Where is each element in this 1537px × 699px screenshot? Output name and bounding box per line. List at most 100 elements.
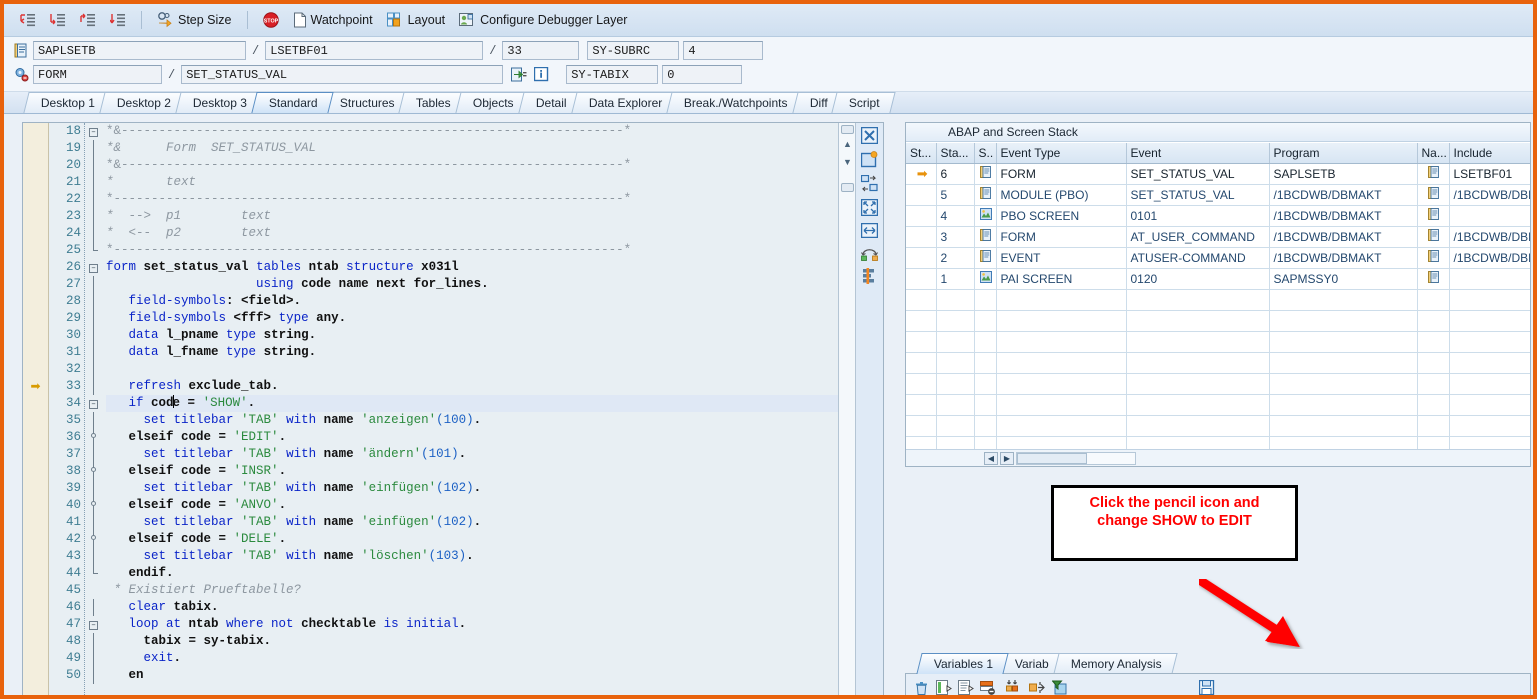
stack-row[interactable]: 3 FORM AT_USER_COMMAND/1BCDWB/DBMAKT/1BCDW… <box>906 226 1530 248</box>
stack-row[interactable]: 4 PBO SCREEN 0101/1BCDWB/DBMAKT <box>906 205 1530 227</box>
code-line[interactable] <box>106 361 838 378</box>
info-icon[interactable] <box>534 66 549 82</box>
gutter-cell[interactable] <box>23 140 48 157</box>
editor-vertical-scrollbar[interactable]: ▲ ▼ <box>838 123 855 695</box>
tab-break-watchpoints[interactable]: Break./Watchpoints <box>666 92 804 113</box>
fold-collapse-icon[interactable]: – <box>89 400 98 409</box>
code-line[interactable]: * Existiert Prueftabelle? <box>106 582 838 599</box>
stack-row[interactable]: 1 PAI SCREEN 0120 SAPMSSY0 <box>906 268 1530 290</box>
gutter-cell[interactable] <box>23 327 48 344</box>
fold-marker[interactable]: – <box>85 123 102 140</box>
gutter-cell[interactable] <box>23 225 48 242</box>
gutter-cell[interactable] <box>23 412 48 429</box>
step-over-button[interactable] <box>44 8 72 33</box>
tab-standard[interactable]: Standard <box>251 92 334 113</box>
fold-marker[interactable]: – <box>85 395 102 412</box>
include-icon[interactable] <box>1417 163 1450 185</box>
include-icon[interactable] <box>1417 268 1450 290</box>
stack-column-header[interactable]: Sta... <box>936 143 975 164</box>
fold-marker[interactable] <box>85 531 102 548</box>
remove-row-icon[interactable] <box>980 680 996 696</box>
stack-column-header[interactable]: Program <box>1269 143 1418 164</box>
variables-tab-variables-1[interactable]: Variables 1 <box>916 653 1009 674</box>
code-folding-column[interactable]: – – – – <box>85 123 102 695</box>
step-into-button[interactable] <box>14 8 42 33</box>
step-return-button[interactable] <box>74 8 102 33</box>
current-line-arrow-icon[interactable]: ➡ <box>23 378 48 395</box>
gutter-cell[interactable] <box>23 123 48 140</box>
tab-script[interactable]: Script <box>831 92 896 113</box>
sy-subrc-value[interactable]: 4 <box>683 41 764 60</box>
code-line[interactable]: set titlebar 'TAB' with name 'einfügen'(… <box>106 514 838 531</box>
include-icon[interactable] <box>1417 205 1450 227</box>
fold-marker[interactable] <box>85 463 102 480</box>
stack-scroll-thumb[interactable] <box>1017 452 1087 464</box>
gutter-cell[interactable] <box>23 582 48 599</box>
configure-debugger-layer-button[interactable]: Configure Debugger Layer <box>453 8 633 33</box>
gutter-cell[interactable] <box>23 599 48 616</box>
code-line[interactable]: set titlebar 'TAB' with name 'ändern'(10… <box>106 446 838 463</box>
stack-empty-row[interactable] <box>906 331 1530 353</box>
code-line[interactable]: en <box>106 667 838 684</box>
gutter-cell[interactable] <box>23 429 48 446</box>
tab-desktop-1[interactable]: Desktop 1 <box>23 92 111 113</box>
stack-empty-row[interactable] <box>906 436 1530 449</box>
code-line[interactable]: * text <box>106 174 838 191</box>
code-line[interactable]: elseif code = 'EDIT'. <box>106 429 838 446</box>
stack-column-header[interactable]: Event <box>1126 143 1270 164</box>
code-line[interactable]: *---------------------------------------… <box>106 242 838 259</box>
gutter-cell[interactable] <box>23 259 48 276</box>
save-icon[interactable] <box>1198 679 1215 696</box>
code-line[interactable]: set titlebar 'TAB' with name 'einfügen'(… <box>106 480 838 497</box>
code-line[interactable]: using code name next for_lines. <box>106 276 838 293</box>
code-line[interactable]: endif. <box>106 565 838 582</box>
code-line[interactable]: tabix = sy-tabix. <box>106 633 838 650</box>
code-line[interactable]: refresh exclude_tab. <box>106 378 838 395</box>
code-line[interactable]: data l_fname type string. <box>106 344 838 361</box>
copy-row-icon[interactable] <box>958 679 974 696</box>
include-icon[interactable] <box>1417 184 1450 206</box>
code-line[interactable]: field-symbols <fff> type any. <box>106 310 838 327</box>
stack-row[interactable]: 2 EVENT ATUSER-COMMAND/1BCDWB/DBMAKT/1BCDW… <box>906 247 1530 269</box>
scroll-down-arrow[interactable]: ▼ <box>841 155 854 169</box>
gutter-cell[interactable] <box>23 361 48 378</box>
code-line[interactable]: * <-- p2 text <box>106 225 838 242</box>
maximize-icon[interactable] <box>860 198 879 217</box>
gutter-cell[interactable] <box>23 174 48 191</box>
gutter-cell[interactable] <box>23 565 48 582</box>
code-line[interactable]: * --> p1 text <box>106 208 838 225</box>
stack-scroll-track[interactable] <box>1016 451 1136 465</box>
new-window-icon[interactable] <box>860 151 878 168</box>
code-line[interactable]: elseif code = 'ANVO'. <box>106 497 838 514</box>
variables-tab-memory-analysis[interactable]: Memory Analysis <box>1053 653 1178 674</box>
scroll-thumb-top[interactable] <box>841 125 854 134</box>
code-line[interactable]: set titlebar 'TAB' with name 'anzeigen'(… <box>106 412 838 429</box>
resize-width-icon[interactable] <box>860 222 879 239</box>
expand-all-icon[interactable] <box>1006 679 1023 696</box>
tab-structures[interactable]: Structures <box>322 92 411 113</box>
gutter-cell[interactable] <box>23 208 48 225</box>
code-line[interactable]: *&--------------------------------------… <box>106 157 838 174</box>
stack-column-header[interactable]: S.. <box>974 143 997 164</box>
gutter-cell[interactable] <box>23 446 48 463</box>
event-name-field[interactable]: SET_STATUS_VAL <box>181 65 504 84</box>
gutter-cell[interactable] <box>23 191 48 208</box>
code-line[interactable]: elseif code = 'DELE'. <box>106 531 838 548</box>
tab-desktop-3[interactable]: Desktop 3 <box>175 92 263 113</box>
include-field[interactable]: LSETBF01 <box>265 41 484 60</box>
goto-source-icon[interactable] <box>511 67 527 82</box>
stack-column-header[interactable]: Include <box>1449 143 1530 164</box>
code-line[interactable]: loop at ntab where not checktable is ini… <box>106 616 838 633</box>
fold-collapse-icon[interactable]: – <box>89 621 98 630</box>
tab-desktop-2[interactable]: Desktop 2 <box>99 92 187 113</box>
debugger-settings-icon[interactable] <box>861 268 878 285</box>
stack-column-header[interactable]: Na... <box>1417 143 1450 164</box>
fold-marker[interactable] <box>85 429 102 446</box>
code-line[interactable]: if code = 'SHOW'. <box>106 395 838 412</box>
step-size-button[interactable]: Step Size <box>151 8 238 33</box>
insert-row-icon[interactable] <box>936 679 952 696</box>
stack-row[interactable]: ➡ 6 FORM SET_STATUS_VAL SAPLSETB LSETBF01 <box>906 163 1530 185</box>
code-line[interactable]: *---------------------------------------… <box>106 191 838 208</box>
restore-layout-icon[interactable] <box>861 245 878 261</box>
stack-empty-row[interactable] <box>906 415 1530 437</box>
